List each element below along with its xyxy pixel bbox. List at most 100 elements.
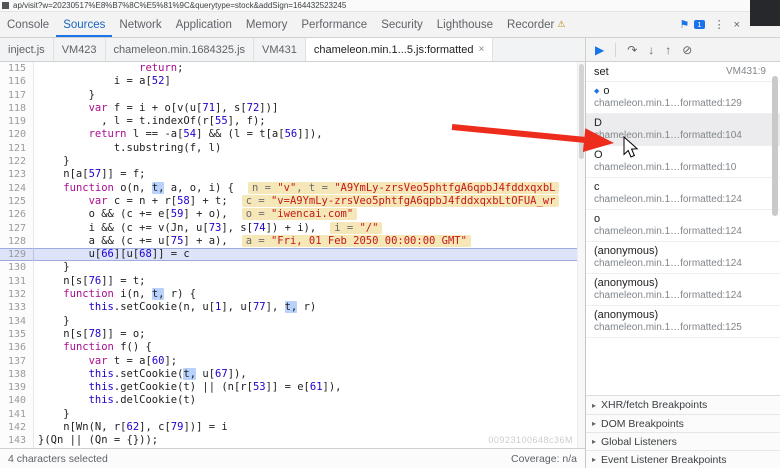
code-text[interactable]: var t = a[60]; <box>34 355 585 368</box>
file-tab-vm431[interactable]: VM431 <box>254 38 306 61</box>
step-into-icon[interactable]: ↓ <box>648 44 654 56</box>
section-xhr-fetch-breakpoints[interactable]: ▸ XHR/fetch Breakpoints <box>586 396 780 414</box>
code-text[interactable]: n[Wn(N, r[62], c[79])] = i <box>34 421 585 434</box>
warning-icon: ⚠ <box>557 19 566 29</box>
code-text[interactable]: o && (c += e[59] + o), o = "iwencai.com" <box>34 208 585 221</box>
call-stack-frame[interactable]: ◆ o chameleon.min.1…formatted:129 <box>586 82 780 114</box>
code-text[interactable]: var f = i + o[v(u[71], s[72])] <box>34 102 585 115</box>
code-text[interactable]: this.setCookie(n, u[1], u[77], t, r) <box>34 301 585 314</box>
line-number[interactable]: 131 <box>0 274 34 289</box>
section-global-listeners[interactable]: ▸ Global Listeners <box>586 432 780 450</box>
tab-memory[interactable]: Memory <box>239 12 295 37</box>
code-text[interactable]: this.getCookie(t) || (n[r[53]] = e[61]), <box>34 381 585 394</box>
line-number[interactable]: 137 <box>0 354 34 368</box>
status-bar: 4 characters selected Coverage: n/a <box>0 448 585 468</box>
code-text[interactable]: a && (c += u[75] + a), a = "Fri, 01 Feb 2… <box>34 234 585 248</box>
code-text[interactable]: , l = t.indexOf(r[55], f); <box>34 115 585 128</box>
file-tab-inject-js[interactable]: inject.js <box>0 38 54 61</box>
close-devtools-icon[interactable]: × <box>734 19 740 31</box>
code-text[interactable]: } <box>34 261 585 274</box>
editor-scrollbar[interactable] <box>577 62 585 448</box>
code-text[interactable]: u[66][u[68]] = c <box>34 248 585 261</box>
line-number[interactable]: 130 <box>0 261 34 275</box>
line-number[interactable]: 138 <box>0 367 34 382</box>
deactivate-breakpoints-icon[interactable]: ⊘ <box>682 44 692 56</box>
tab-application[interactable]: Application <box>169 12 239 37</box>
code-text[interactable]: n[s[76]] = t; <box>34 275 585 288</box>
tab-security[interactable]: Security <box>374 12 430 37</box>
line-number[interactable]: 120 <box>0 128 34 142</box>
call-stack-frame[interactable]: Ochameleon.min.1…formatted:10 <box>586 146 780 178</box>
tab-lighthouse[interactable]: Lighthouse <box>430 12 500 37</box>
tab-sources[interactable]: Sources <box>56 12 112 37</box>
line-number[interactable]: 119 <box>0 115 34 129</box>
code-text[interactable]: } <box>34 155 585 168</box>
line-number[interactable]: 143 <box>0 434 34 448</box>
line-number[interactable]: 121 <box>0 141 34 156</box>
tab-performance[interactable]: Performance <box>294 12 374 37</box>
line-number[interactable]: 132 <box>0 288 34 302</box>
line-number[interactable]: 139 <box>0 381 34 395</box>
line-number[interactable]: 123 <box>0 168 34 182</box>
section-dom-breakpoints[interactable]: ▸ DOM Breakpoints <box>586 414 780 432</box>
more-menu-icon[interactable]: ⋮ <box>714 18 725 31</box>
file-tab-chameleon-min-1684325-js[interactable]: chameleon.min.1684325.js <box>106 38 255 61</box>
code-editor[interactable]: 115 return; 116 i = a[52] 117 } 118 var f =… <box>0 62 585 448</box>
code-text[interactable]: } <box>34 315 585 328</box>
line-number[interactable]: 140 <box>0 394 34 408</box>
line-number[interactable]: 116 <box>0 75 34 89</box>
step-over-icon[interactable]: ↷ <box>627 44 637 56</box>
tab-console[interactable]: Console <box>0 12 56 37</box>
step-out-icon[interactable]: ↑ <box>665 44 671 56</box>
line-number[interactable]: 126 <box>0 208 34 222</box>
line-number[interactable]: 125 <box>0 194 34 209</box>
code-text[interactable]: var c = n + r[58] + t; c = "v=A9YmLy-zrsV… <box>34 194 585 208</box>
close-tab-icon[interactable]: × <box>478 44 484 55</box>
line-number[interactable]: 117 <box>0 88 34 102</box>
resume-script-icon[interactable]: ▶ <box>595 44 604 56</box>
line-number[interactable]: 122 <box>0 155 34 169</box>
section-event-listener-breakpoints[interactable]: ▸ Event Listener Breakpoints <box>586 450 780 468</box>
line-number[interactable]: 136 <box>0 341 34 355</box>
call-stack-frame[interactable]: c chameleon.min.1…formatted:124 <box>586 178 780 210</box>
code-text[interactable]: function f() { <box>34 341 585 354</box>
code-text[interactable]: t.substring(f, l) <box>34 142 585 155</box>
tab-recorder[interactable]: Recorder ⚠ <box>500 12 572 37</box>
frame-name-text: (anonymous) <box>594 277 659 289</box>
call-stack-frame[interactable]: set VM431:9 <box>586 62 780 82</box>
call-stack-frame[interactable]: (anonymous) chameleon.min.1…formatted:124 <box>586 274 780 306</box>
line-number[interactable]: 135 <box>0 327 34 342</box>
code-text[interactable]: } <box>34 408 585 421</box>
call-stack-frame[interactable]: Dchameleon.min.1…formatted:104 <box>586 114 780 146</box>
code-text[interactable]: } <box>34 89 585 102</box>
call-stack-frame[interactable]: (anonymous) chameleon.min.1…formatted:125 <box>586 306 780 338</box>
code-text[interactable]: i && (c += v(Jn, u[73], s[74]) + i), i = … <box>34 221 585 235</box>
line-number[interactable]: 118 <box>0 101 34 116</box>
line-number[interactable]: 141 <box>0 407 34 422</box>
sidebar-scrollbar-thumb[interactable] <box>772 76 778 216</box>
line-number[interactable]: 115 <box>0 62 34 76</box>
code-text[interactable]: function i(n, t, r) { <box>34 288 585 301</box>
code-text[interactable]: n[a[57]] = f; <box>34 168 585 181</box>
file-tab-vm423[interactable]: VM423 <box>54 38 106 61</box>
line-number[interactable]: 133 <box>0 301 34 315</box>
tab-network[interactable]: Network <box>112 12 168 37</box>
editor-scrollbar-thumb[interactable] <box>579 64 584 159</box>
code-text[interactable]: this.setCookie(t, u[67]), <box>34 367 585 381</box>
line-number[interactable]: 142 <box>0 421 34 435</box>
line-number[interactable]: 124 <box>0 181 34 195</box>
code-text[interactable]: this.delCookie(t) <box>34 394 585 407</box>
line-number[interactable]: 128 <box>0 234 34 249</box>
code-text[interactable]: function o(n, t, a, o, i) {n = "v", t = … <box>34 181 585 195</box>
line-number[interactable]: 129 <box>0 248 34 262</box>
call-stack-frame[interactable]: o chameleon.min.1…formatted:124 <box>586 210 780 242</box>
file-tab-chameleon-min-1-5-js-formatted[interactable]: chameleon.min.1...5.js:formatted × <box>305 38 494 61</box>
code-text[interactable]: return l == -a[54] && (l = t[a[56]]), <box>34 128 585 141</box>
flag-icon[interactable]: ⚑ <box>680 18 690 31</box>
line-number[interactable]: 134 <box>0 314 34 328</box>
line-number[interactable]: 127 <box>0 221 34 235</box>
code-text[interactable]: i = a[52] <box>34 75 585 88</box>
code-text[interactable]: n[s[78]] = o; <box>34 328 585 341</box>
call-stack-frame[interactable]: (anonymous) chameleon.min.1…formatted:124 <box>586 242 780 274</box>
code-text[interactable]: return; <box>34 62 585 75</box>
